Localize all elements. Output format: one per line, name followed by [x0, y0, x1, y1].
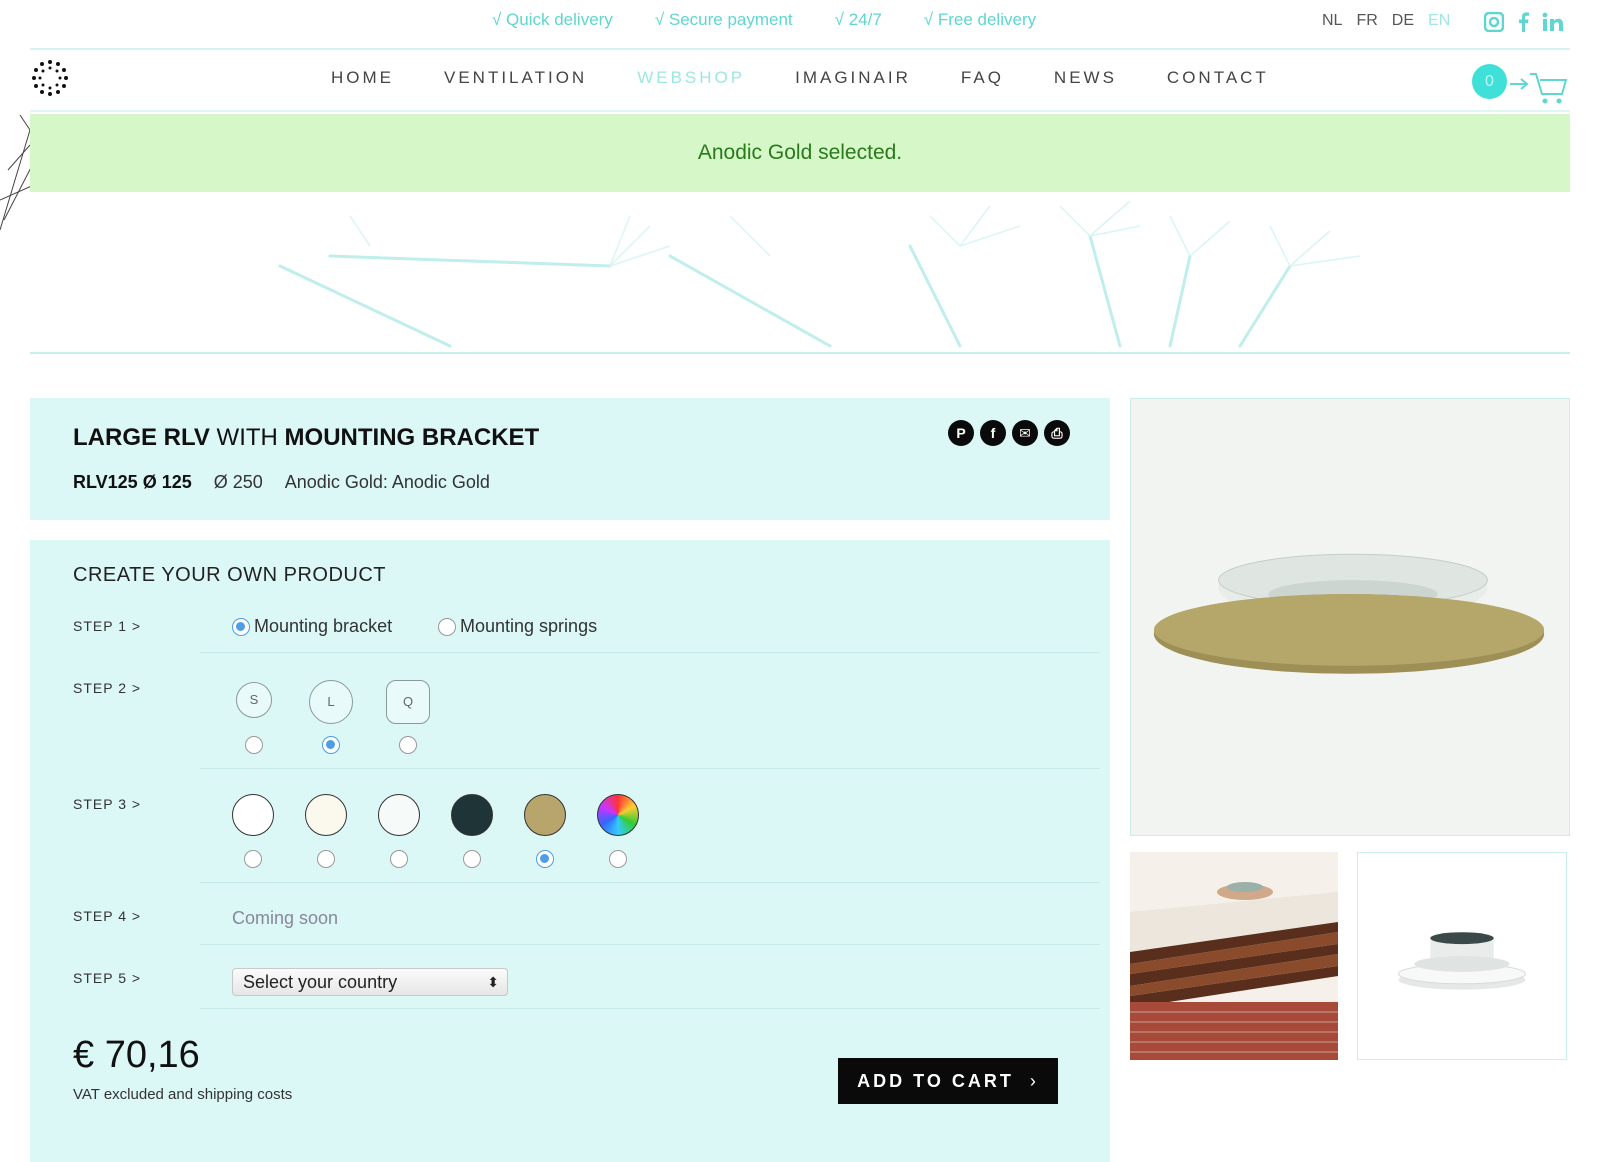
chevron-right-icon: ›: [1029, 1071, 1039, 1091]
size-q-icon[interactable]: Q: [386, 680, 430, 724]
select-arrows-icon: ⬍: [487, 974, 499, 990]
usp-free-delivery: √ Free delivery: [923, 10, 1037, 29]
top-divider: [30, 48, 1570, 50]
nav-imaginair[interactable]: IMAGINAIR: [795, 68, 911, 88]
share-icons: P f ✉ ⎙: [948, 420, 1070, 446]
swatch-off-white[interactable]: [378, 794, 420, 836]
facebook-icon[interactable]: [1516, 12, 1530, 32]
product-title-connector: WITH: [209, 424, 285, 451]
lang-de[interactable]: DE: [1392, 12, 1414, 30]
product-title: LARGE RLV WITH MOUNTING BRACKET: [73, 424, 539, 452]
step5-label: STEP 5 >: [73, 970, 142, 986]
vat-note: VAT excluded and shipping costs: [73, 1086, 293, 1103]
main-nav: HOME VENTILATION WEBSHOP IMAGINAIR FAQ N…: [331, 68, 1319, 88]
swatch-dark-green[interactable]: [451, 794, 493, 836]
nav-ventilation[interactable]: VENTILATION: [444, 68, 587, 88]
radio-mounting-bracket[interactable]: [232, 617, 250, 636]
country-select-value: Select your country: [243, 972, 398, 992]
usp-list: √ Quick delivery √ Secure payment √ 24/7…: [492, 10, 1036, 30]
step-divider: [200, 768, 1100, 769]
product-thumbnail-2[interactable]: [1357, 852, 1567, 1060]
usp-quick-delivery: √ Quick delivery: [492, 10, 613, 29]
configurator-title: CREATE YOUR OWN PRODUCT: [73, 564, 386, 586]
language-switcher: NL FR DE EN: [1322, 12, 1450, 30]
step3-label: STEP 3 >: [73, 796, 142, 812]
step2-label: STEP 2 >: [73, 680, 142, 696]
size-l-icon[interactable]: L: [309, 680, 353, 724]
radio-color-white[interactable]: [244, 850, 262, 868]
nav-divider: [30, 110, 1570, 112]
size-s-icon[interactable]: S: [236, 682, 272, 718]
product-finish: Anodic Gold: Anodic Gold: [284, 472, 490, 492]
step-divider: [200, 882, 1100, 883]
country-select[interactable]: Select your country ⬍: [232, 968, 508, 996]
product-title-variant: MOUNTING BRACKET: [284, 424, 540, 451]
cart-count-badge[interactable]: 0: [1472, 64, 1507, 99]
pinterest-icon[interactable]: P: [948, 420, 974, 446]
product-price: € 70,16: [73, 1034, 200, 1076]
product-code: RLV125 Ø 125: [73, 472, 192, 492]
radio-size-s[interactable]: [245, 736, 263, 754]
step4-label: STEP 4 >: [73, 908, 142, 924]
step1-label: STEP 1 >: [73, 618, 142, 634]
product-meta: RLV125 Ø 125 Ø 250 Anodic Gold: Anodic G…: [73, 472, 490, 493]
lang-nl[interactable]: NL: [1322, 12, 1342, 30]
step-divider: [200, 1008, 1100, 1009]
product-configurator: CREATE YOUR OWN PRODUCT STEP 1 > Mountin…: [30, 540, 1110, 1162]
product-title-name: LARGE RLV: [73, 424, 210, 451]
add-to-cart-button[interactable]: ADD TO CART ›: [838, 1058, 1058, 1104]
product-main-image[interactable]: [1130, 398, 1570, 836]
nav-webshop[interactable]: WEBSHOP: [637, 68, 745, 88]
usp-24-7: √ 24/7: [834, 10, 882, 29]
option-mounting-springs-label: Mounting springs: [460, 616, 598, 636]
usp-secure-payment: √ Secure payment: [654, 10, 793, 29]
social-links: [1484, 12, 1564, 32]
top-bar: √ Quick delivery √ Secure payment √ 24/7…: [0, 0, 1600, 48]
swatch-cream[interactable]: [305, 794, 347, 836]
add-to-cart-label: ADD TO CART: [857, 1071, 1014, 1091]
swatch-multicolor[interactable]: [597, 794, 639, 836]
option-mounting-springs[interactable]: Mounting springs: [438, 616, 597, 637]
swatch-white[interactable]: [232, 794, 274, 836]
print-icon[interactable]: ⎙: [1044, 420, 1070, 446]
product-header: LARGE RLV WITH MOUNTING BRACKET RLV125 Ø…: [30, 398, 1110, 520]
dandelion-banner-icon: [278, 200, 1361, 348]
radio-mounting-springs[interactable]: [438, 617, 456, 636]
lang-en[interactable]: EN: [1428, 12, 1450, 30]
banner-divider: [30, 352, 1570, 354]
radio-color-dark-green[interactable]: [463, 850, 481, 868]
cart-icon[interactable]: [1508, 70, 1568, 106]
linkedin-icon[interactable]: [1542, 12, 1564, 32]
option-mounting-bracket-label: Mounting bracket: [254, 616, 393, 636]
nav-faq[interactable]: FAQ: [961, 68, 1004, 88]
nav-contact[interactable]: CONTACT: [1167, 68, 1269, 88]
product-thumbnail-1[interactable]: [1130, 852, 1338, 1060]
product-diameter: Ø 250: [213, 472, 263, 492]
site-logo-icon[interactable]: [30, 58, 70, 98]
facebook-share-icon[interactable]: f: [980, 420, 1006, 446]
lang-fr[interactable]: FR: [1356, 12, 1377, 30]
radio-size-l[interactable]: [322, 736, 340, 754]
swatch-anodic-gold[interactable]: [524, 794, 566, 836]
success-alert: Anodic Gold selected.: [30, 114, 1570, 192]
radio-size-q[interactable]: [399, 736, 417, 754]
nav-news[interactable]: NEWS: [1054, 68, 1117, 88]
instagram-icon[interactable]: [1484, 12, 1504, 32]
mail-icon[interactable]: ✉: [1012, 420, 1038, 446]
radio-color-off-white[interactable]: [390, 850, 408, 868]
radio-color-cream[interactable]: [317, 850, 335, 868]
radio-color-multicolor[interactable]: [609, 850, 627, 868]
option-mounting-bracket[interactable]: Mounting bracket: [232, 616, 392, 637]
step4-coming-soon: Coming soon: [232, 908, 339, 928]
step-divider: [200, 944, 1100, 945]
nav-home[interactable]: HOME: [331, 68, 394, 88]
step-divider: [200, 652, 1100, 653]
radio-color-anodic-gold[interactable]: [536, 850, 554, 868]
